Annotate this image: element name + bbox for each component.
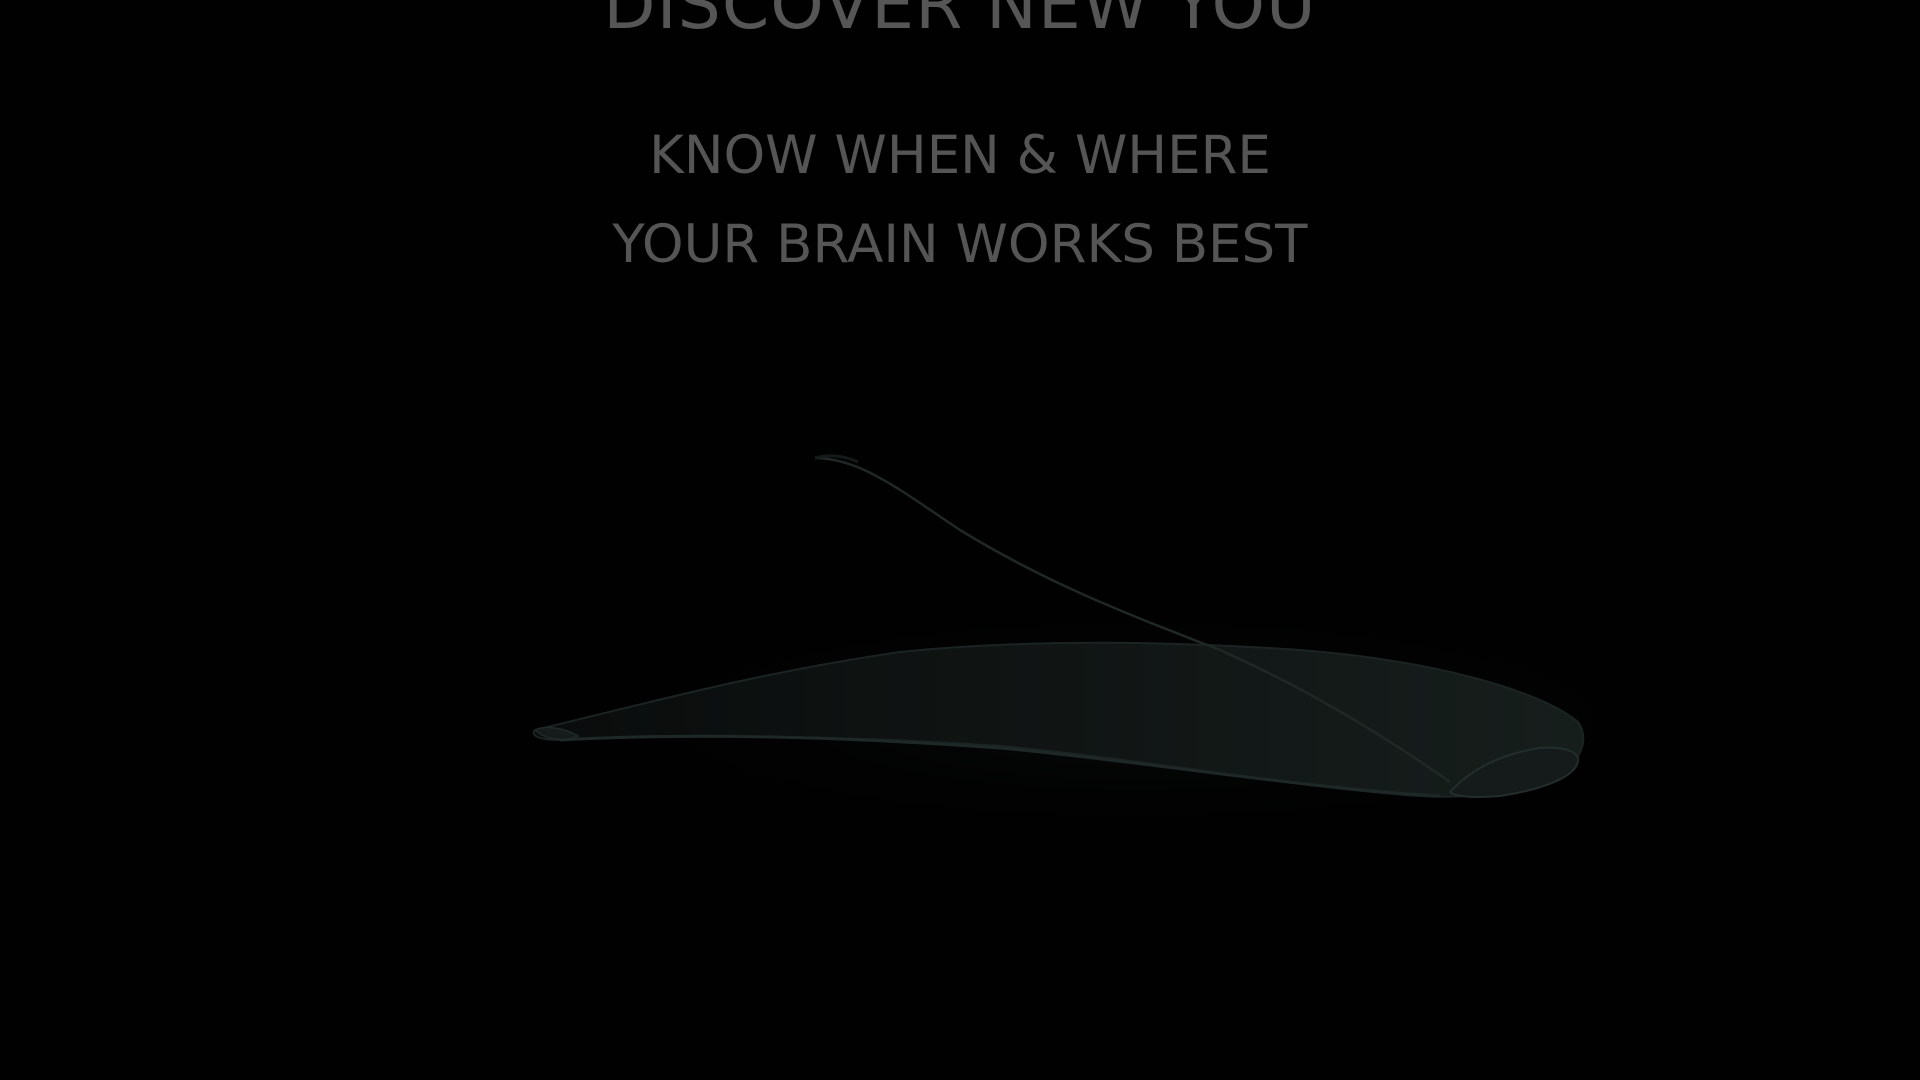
- headset-icon: [520, 454, 1640, 840]
- hero-screen: DISCOVER NEW YOU KNOW WHEN & WHERE YOUR …: [0, 0, 1920, 1080]
